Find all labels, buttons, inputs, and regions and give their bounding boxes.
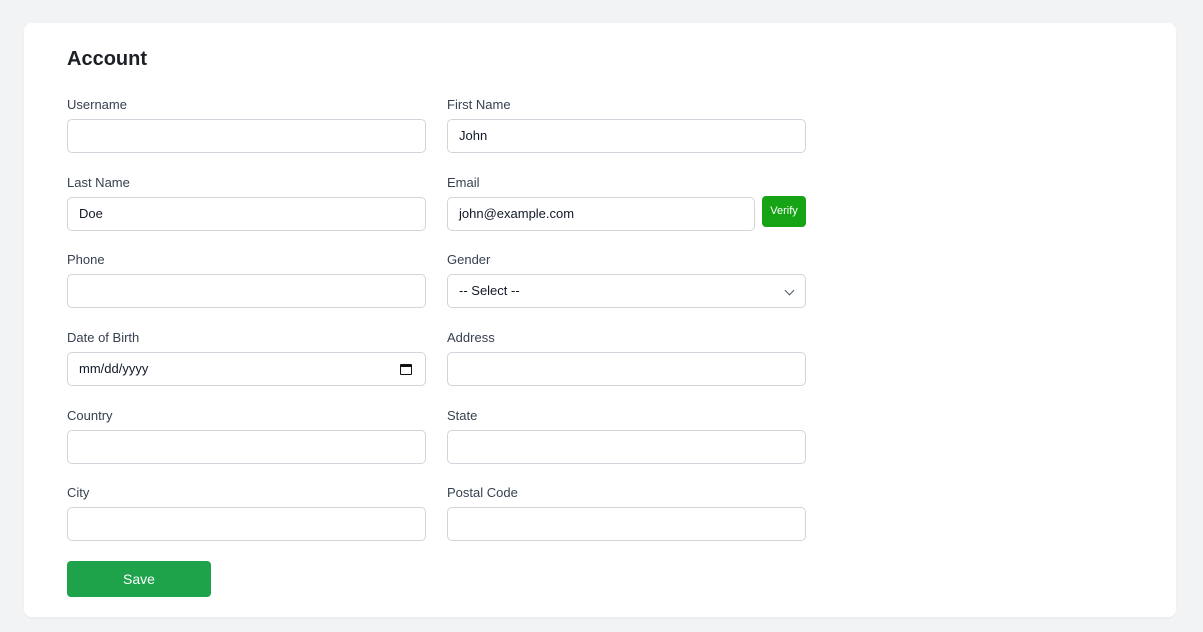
city-group: City — [67, 485, 426, 541]
calendar-icon[interactable] — [400, 364, 412, 375]
last-name-group: Last Name Doe — [67, 175, 426, 231]
username-label: Username — [67, 97, 127, 112]
state-group: State — [447, 408, 806, 464]
email-label: Email — [447, 175, 480, 190]
city-label: City — [67, 485, 90, 500]
dob-label: Date of Birth — [67, 330, 140, 345]
country-group: Country — [67, 408, 426, 464]
username-input[interactable] — [67, 119, 426, 153]
gender-group: Gender -- Select -- — [447, 252, 806, 308]
country-label: Country — [67, 408, 113, 423]
first-name-label: First Name — [447, 97, 511, 112]
save-button[interactable]: Save — [67, 561, 211, 597]
address-label: Address — [447, 330, 495, 345]
state-input[interactable] — [447, 430, 806, 464]
username-group: Username — [67, 97, 426, 153]
gender-select[interactable]: -- Select -- — [447, 274, 806, 308]
state-label: State — [447, 408, 478, 423]
last-name-label: Last Name — [67, 175, 130, 190]
account-card: Account Username First Name John Last Na… — [24, 23, 1176, 617]
gender-label: Gender — [447, 252, 491, 267]
page-title: Account — [67, 48, 147, 70]
postal-code-label: Postal Code — [447, 485, 518, 500]
dob-input[interactable]: mm/dd/yyyy — [67, 352, 426, 386]
last-name-input[interactable]: Doe — [67, 197, 426, 231]
gender-selected-value: -- Select -- — [459, 283, 520, 298]
chevron-down-icon — [784, 285, 795, 296]
phone-input[interactable] — [67, 274, 426, 308]
address-group: Address — [447, 330, 806, 386]
postal-code-input[interactable] — [447, 507, 806, 541]
dob-value: mm/dd/yyyy — [79, 361, 149, 376]
city-input[interactable] — [67, 507, 426, 541]
first-name-group: First Name John — [447, 97, 806, 153]
first-name-input[interactable]: John — [447, 119, 806, 153]
phone-group: Phone — [67, 252, 426, 308]
address-input[interactable] — [447, 352, 806, 386]
country-input[interactable] — [67, 430, 426, 464]
email-group: Email john@example.com Verify — [447, 175, 806, 231]
postal-code-group: Postal Code — [447, 485, 806, 541]
verify-button[interactable]: Verify — [762, 196, 806, 227]
phone-label: Phone — [67, 252, 105, 267]
dob-group: Date of Birth mm/dd/yyyy — [67, 330, 426, 386]
email-input[interactable]: john@example.com — [447, 197, 755, 231]
